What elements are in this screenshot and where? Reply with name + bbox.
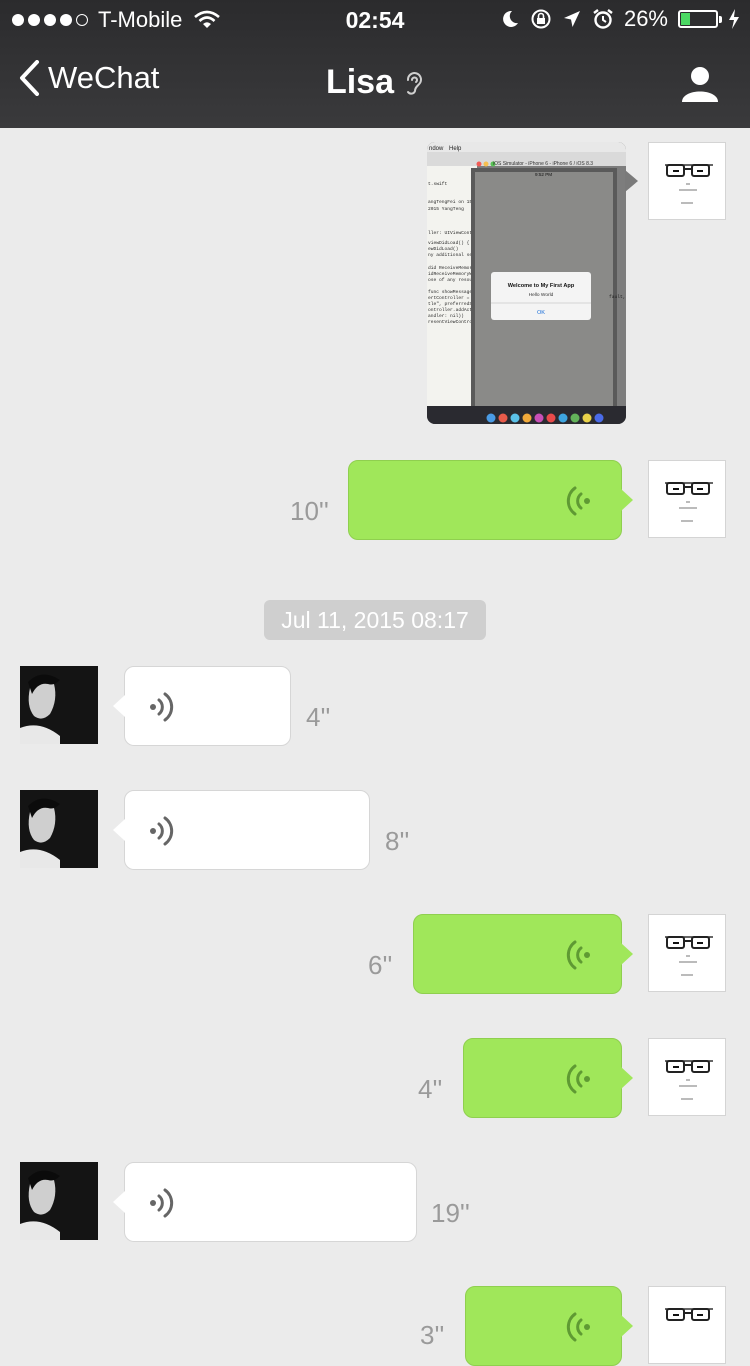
status-bar: T-Mobile 02:54 26% [0, 0, 750, 40]
voice-wave-icon [150, 816, 174, 846]
code-line: ller: UIViewContr [428, 230, 475, 236]
contact-photo [20, 790, 98, 868]
alert-title: Welcome to My First App [508, 283, 575, 289]
menu-item: ndow [429, 146, 444, 152]
code-line: ose of any resourc [428, 277, 478, 283]
voice-duration: 4'' [418, 1074, 443, 1104]
voice-wave-icon [150, 692, 174, 722]
my-avatar[interactable] [648, 914, 726, 992]
image-message-tail [625, 170, 638, 192]
voice-message-incoming[interactable] [113, 666, 291, 746]
timestamp-divider: Jul 11, 2015 08:17 [264, 600, 486, 640]
contact-photo [20, 666, 98, 744]
voice-wave-icon [150, 1188, 174, 1218]
code-line: andler: nil)) [428, 313, 464, 319]
code-fragment: fault, [609, 294, 626, 300]
top-bar: T-Mobile 02:54 26% WeChat Lisa [0, 0, 750, 128]
my-avatar[interactable] [648, 460, 726, 538]
code-line: ny additional setu [428, 252, 478, 258]
code-line: func showMessage() [428, 289, 478, 295]
menu-item: Help [449, 146, 462, 152]
moon-icon [503, 10, 518, 27]
alert-message: Hello World [529, 292, 554, 298]
glasses-face-avatar [665, 1060, 713, 1100]
voice-message-outgoing[interactable] [463, 1038, 633, 1118]
code-line: resentViewControll [428, 319, 478, 325]
status-right-group: 26% [500, 6, 740, 32]
my-avatar[interactable] [648, 1286, 726, 1364]
voice-message-incoming[interactable] [113, 790, 370, 870]
contact-photo [20, 1162, 98, 1240]
ear-icon [407, 71, 422, 95]
voice-duration: 3'' [420, 1320, 445, 1350]
voice-wave-icon [566, 486, 590, 516]
voice-wave-icon [566, 1312, 590, 1342]
profile-button[interactable] [680, 64, 720, 109]
alarm-icon [593, 9, 613, 29]
image-message[interactable]: ndow Help iOS Simulator - iPhone 6 - iPh… [427, 142, 626, 424]
voice-duration: 4'' [306, 702, 331, 732]
code-line: angTengFei on 15/ [428, 199, 475, 205]
voice-duration: 8'' [385, 826, 410, 856]
code-line: did ReceiveMemor [428, 265, 472, 271]
alert-ok-button: OK [537, 310, 545, 316]
simulator-window-title: iOS Simulator - iPhone 6 - iPhone 6 / iO… [493, 161, 593, 167]
rotation-lock-icon [531, 9, 551, 29]
code-line: tle", preferredSty [428, 301, 478, 307]
simulator-time: 9:52 PM [535, 172, 552, 177]
battery-percent: 26% [623, 6, 668, 31]
voice-message-outgoing[interactable] [465, 1286, 633, 1366]
my-avatar[interactable] [648, 142, 726, 220]
screenshot-thumbnail: ndow Help iOS Simulator - iPhone 6 - iPh… [427, 142, 626, 424]
voice-message-incoming[interactable] [113, 1162, 417, 1242]
location-arrow-icon [563, 11, 580, 27]
code-line: ewDidLoad() [428, 246, 458, 252]
nav-bar: WeChat Lisa [0, 52, 750, 116]
contact-name: Lisa [325, 63, 395, 101]
my-avatar[interactable] [648, 1038, 726, 1116]
glasses-face-avatar [665, 1308, 713, 1321]
code-line: ontroller.addActio [428, 307, 478, 313]
code-line: t.swift [428, 181, 448, 187]
code-line: viewDidLoad() { [428, 240, 470, 246]
code-line: 2015 YangTeng [428, 206, 464, 212]
voice-message-outgoing[interactable] [413, 914, 633, 994]
glasses-face-avatar [665, 164, 713, 204]
glasses-face-avatar [665, 936, 713, 976]
glasses-face-avatar [665, 482, 713, 522]
battery-fill [681, 13, 691, 25]
voice-duration: 19'' [431, 1198, 470, 1228]
code-line: idReceiveMemoryWar [428, 271, 478, 277]
charging-bolt-icon [729, 9, 739, 29]
contact-avatar[interactable] [20, 666, 98, 744]
voice-message-outgoing[interactable] [348, 460, 633, 540]
voice-wave-icon [566, 1064, 590, 1094]
voice-duration: 10'' [290, 496, 329, 526]
contact-avatar[interactable] [20, 1162, 98, 1240]
battery-icon [678, 10, 722, 28]
voice-wave-icon [566, 940, 590, 970]
voice-duration: 6'' [368, 950, 393, 980]
chat-title: Lisa [0, 63, 750, 102]
code-line: ertController = UI [428, 295, 478, 301]
profile-icon [682, 67, 718, 102]
contact-avatar[interactable] [20, 790, 98, 868]
